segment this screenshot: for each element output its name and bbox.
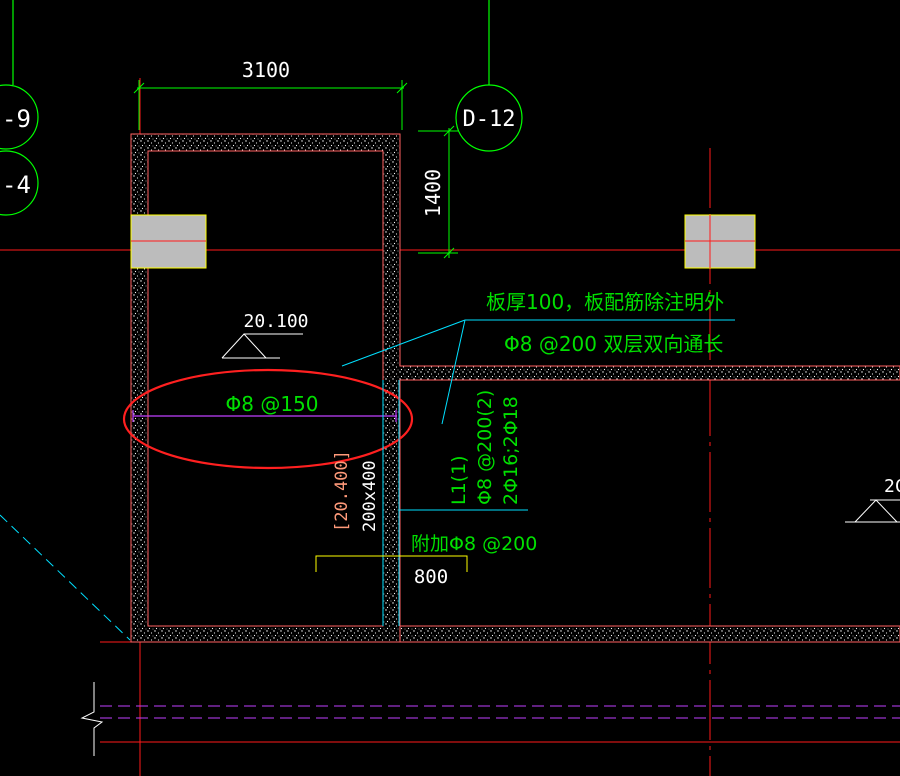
break-line [80, 682, 104, 756]
rebar-label: Φ8 @150 [226, 392, 319, 416]
elevation-label-right: 2C [884, 476, 900, 497]
slab-note-line2: Φ8 @200 双层双向通长 [504, 332, 723, 356]
elevation-label: 20.100 [243, 311, 308, 332]
axis-label-top: D-12 [463, 107, 516, 132]
dimension-height-label: 1400 [421, 169, 445, 217]
axis-label-left-lower: -4 [2, 171, 31, 199]
beam-elevation: [20.400] [332, 450, 352, 532]
cad-drawing-canvas[interactable]: -9 -4 D-12 3100 1400 20.100 2 板厚100，板配筋除… [0, 0, 900, 776]
additional-rebar-length: 800 [414, 566, 448, 588]
beam-name: L1(1) [448, 455, 470, 505]
elevation-mark-right [845, 499, 900, 523]
beam-size: 200x400 [360, 460, 380, 532]
wall-bottom-strip [399, 625, 900, 643]
beam-stirrup: Φ8 @200(2) [474, 390, 496, 505]
axis-label-left-upper: -9 [2, 105, 31, 133]
dashed-diagonal [0, 514, 131, 641]
walls [130, 133, 900, 643]
dimension-width [133, 80, 408, 130]
slab-note-line1: 板厚100，板配筋除注明外 [486, 290, 724, 314]
additional-rebar-label: 附加Φ8 @200 [411, 533, 537, 555]
dimension-width-label: 3100 [242, 58, 290, 82]
highlight-ellipse[interactable] [122, 368, 414, 470]
lower-dashed-lines [100, 705, 900, 719]
beam-main-bars: 2Φ16;2Φ18 [500, 396, 522, 505]
wall-outer-u [130, 133, 900, 643]
elevation-mark [221, 333, 303, 359]
